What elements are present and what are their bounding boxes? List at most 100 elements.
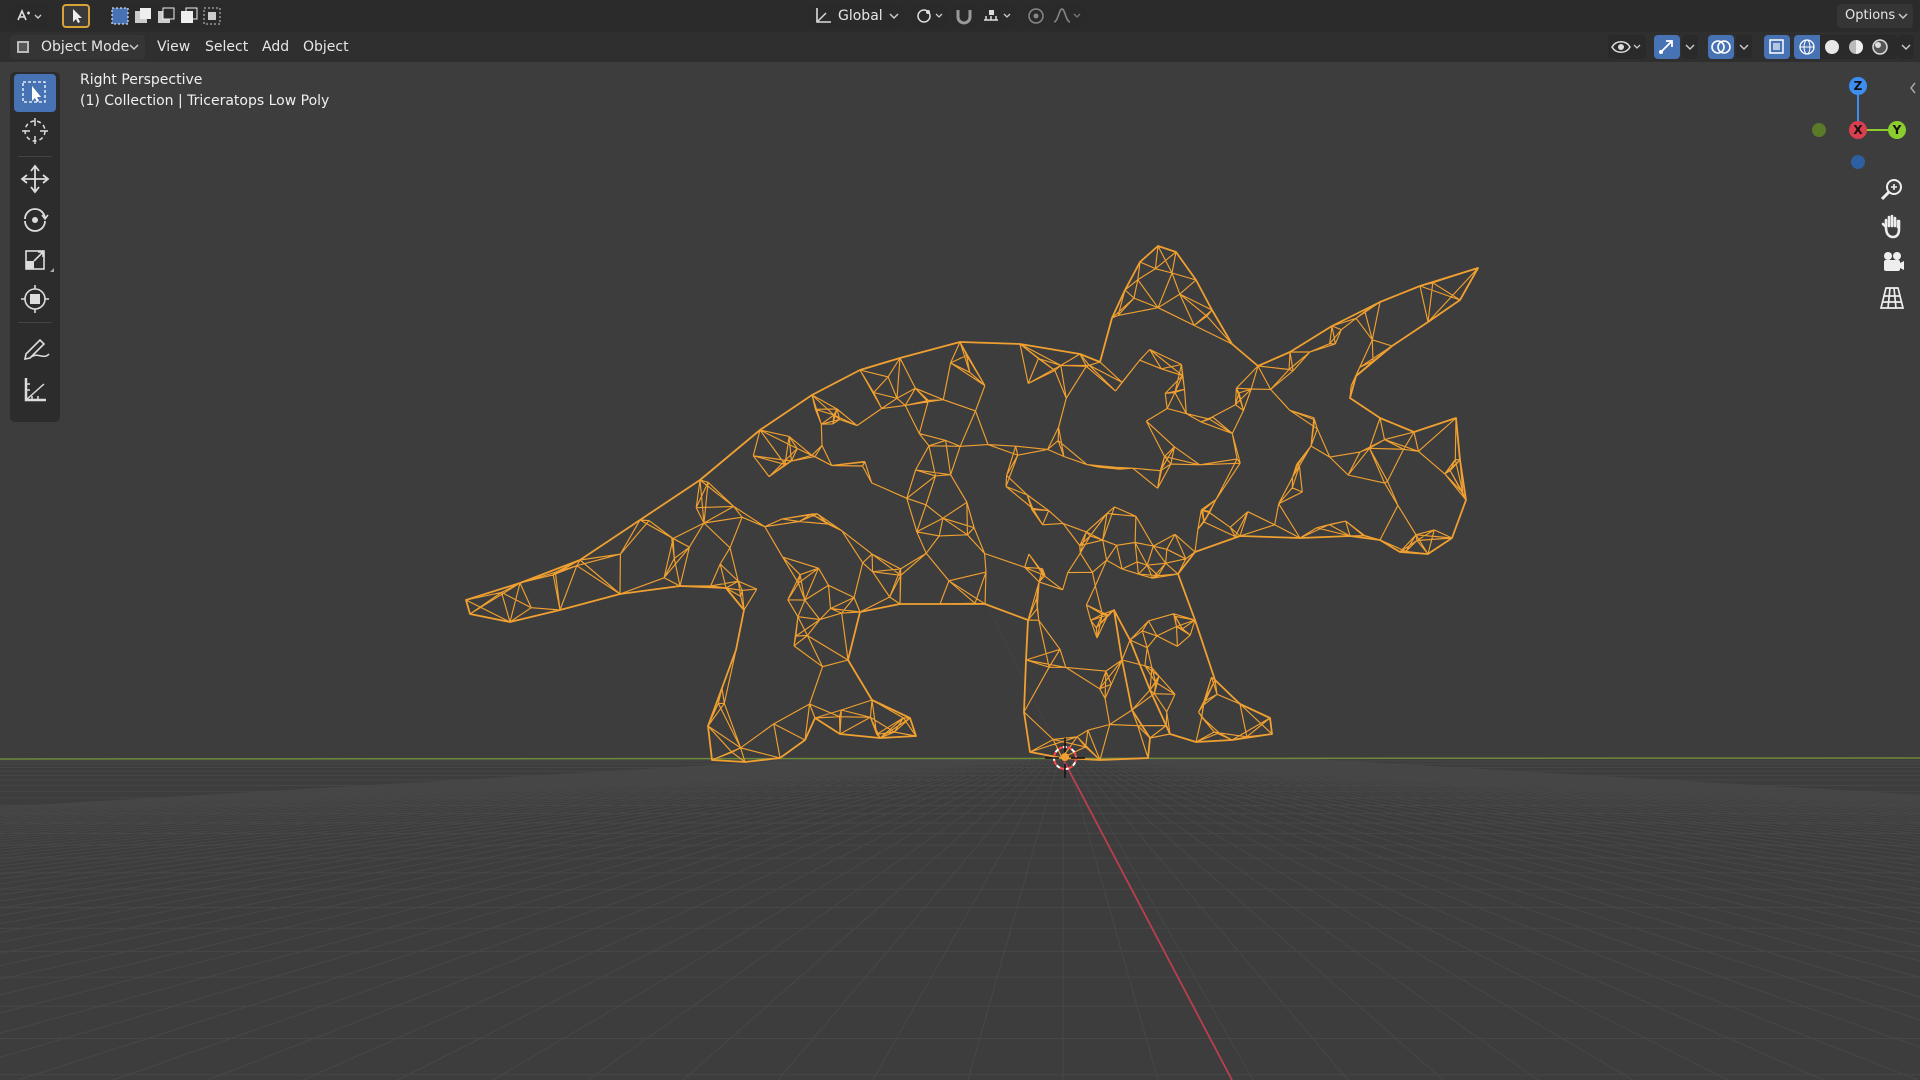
shading-mode-group xyxy=(1794,35,1898,59)
cursor-arrow-icon xyxy=(73,9,82,23)
axis-y-label: Y xyxy=(1892,123,1902,137)
collection-info: (1) Collection | Triceratops Low Poly xyxy=(80,93,330,109)
cursor-crosshair-icon xyxy=(22,118,48,144)
camera-view-button[interactable] xyxy=(1876,246,1908,278)
x-axis-line xyxy=(1062,758,1233,1080)
options-dropdown[interactable]: Options xyxy=(1837,4,1913,28)
wireframe-sphere-icon xyxy=(1799,39,1815,55)
scale-icon xyxy=(25,250,54,272)
transform-icon xyxy=(21,285,49,313)
mode-dropdown[interactable]: Object Mode xyxy=(10,35,145,59)
menu-select[interactable]: Select xyxy=(199,36,254,58)
transform-orientation-label: Global xyxy=(838,8,883,24)
proportional-falloff-dropdown[interactable] xyxy=(1050,4,1086,28)
view-name: Right Perspective xyxy=(80,72,203,88)
pivot-point-icon xyxy=(917,9,943,23)
measure-ruler-icon xyxy=(24,378,46,402)
toolbar-divider xyxy=(18,156,52,157)
tool-measure[interactable] xyxy=(14,370,56,408)
overlays-toggle[interactable] xyxy=(1708,35,1734,59)
sidebar-toggle-icon[interactable] xyxy=(1908,80,1918,96)
snap-target-dropdown[interactable] xyxy=(980,4,1016,28)
tool-settings-bar: Global Options xyxy=(0,0,1920,32)
chevron-down-icon xyxy=(1901,44,1911,50)
axis-z-label: Z xyxy=(1854,79,1863,93)
orientation-axes-icon xyxy=(816,8,831,23)
axis-x-label: X xyxy=(1853,123,1863,137)
select-extend-icon[interactable] xyxy=(132,5,154,27)
snap-increment-icon xyxy=(984,10,1011,21)
select-subtract-icon[interactable] xyxy=(155,5,177,27)
xray-icon xyxy=(1769,39,1784,54)
select-intersect-icon[interactable] xyxy=(201,5,223,27)
zoom-button[interactable] xyxy=(1876,174,1908,206)
navigation-gizmo[interactable]: Z Y X xyxy=(1800,70,1910,170)
proportional-edit-icon xyxy=(1028,8,1044,24)
menu-object[interactable]: Object xyxy=(297,36,355,58)
rotate-icon xyxy=(24,208,49,232)
triceratops-wireframe[interactable] xyxy=(465,245,1479,763)
xray-toggle[interactable] xyxy=(1764,35,1790,59)
grid-perspective-icon xyxy=(1879,287,1905,309)
select-box-icon xyxy=(22,81,46,103)
object-mode-icon xyxy=(17,41,29,53)
tool-select-box[interactable] xyxy=(14,74,56,112)
magnet-icon xyxy=(956,10,972,25)
tool-annotate[interactable] xyxy=(14,328,56,366)
axis-neg-z-ball xyxy=(1851,155,1865,169)
shading-dropdown[interactable] xyxy=(1898,35,1914,59)
toolbar-divider xyxy=(18,322,52,323)
floor-grid xyxy=(0,758,1920,1080)
select-invert-icon[interactable] xyxy=(178,5,200,27)
viewport-scene xyxy=(0,245,1920,1080)
chevron-down-icon xyxy=(889,13,899,20)
tool-shelf xyxy=(10,72,60,422)
eye-icon xyxy=(1611,41,1641,53)
select-new-icon[interactable] xyxy=(109,5,131,27)
y-axis-line xyxy=(0,757,1920,760)
chevron-down-icon xyxy=(1898,13,1908,20)
editor-type-button[interactable] xyxy=(10,4,50,28)
select-mode-group xyxy=(107,4,223,28)
pivot-point-dropdown[interactable] xyxy=(912,4,948,28)
object-origin xyxy=(1061,753,1069,761)
tool-move[interactable] xyxy=(14,160,56,198)
3d-viewport[interactable]: Right Perspective (1) Collection | Trice… xyxy=(0,62,1920,1080)
overlays-dropdown[interactable] xyxy=(1736,35,1752,59)
menu-view[interactable]: View xyxy=(151,36,196,58)
falloff-curve-icon xyxy=(1053,8,1081,23)
transform-orientation-dropdown[interactable]: Global xyxy=(808,4,904,28)
magnifier-zoom-icon xyxy=(1880,179,1902,201)
menu-add[interactable]: Add xyxy=(256,36,295,58)
tool-cursor[interactable] xyxy=(14,112,56,150)
editor-type-icon xyxy=(17,9,42,21)
proportional-edit-toggle[interactable] xyxy=(1024,4,1048,28)
camera-icon xyxy=(1884,252,1904,271)
chevron-down-icon xyxy=(129,44,139,51)
wireframe-shading-button[interactable] xyxy=(1794,35,1820,59)
move-arrows-icon xyxy=(20,164,50,194)
options-label: Options xyxy=(1845,8,1896,23)
object-visibility-dropdown[interactable] xyxy=(1608,35,1646,59)
chevron-down-icon xyxy=(1685,44,1695,50)
annotate-pencil-icon xyxy=(23,338,50,361)
snap-toggle[interactable] xyxy=(952,4,978,28)
hand-icon xyxy=(1881,214,1901,239)
gizmo-toggle[interactable] xyxy=(1654,35,1680,59)
mode-label: Object Mode xyxy=(41,39,130,55)
chevron-down-icon xyxy=(1739,44,1749,50)
tool-transform[interactable] xyxy=(14,280,56,318)
gizmo-icon xyxy=(1659,40,1673,54)
axis-neg-y-ball xyxy=(1812,123,1826,137)
rendered-shading-icon[interactable] xyxy=(1868,35,1892,59)
tool-scale[interactable] xyxy=(14,240,56,278)
pan-button[interactable] xyxy=(1876,210,1908,242)
material-preview-icon[interactable] xyxy=(1844,35,1868,59)
tool-rotate[interactable] xyxy=(14,200,56,238)
viewport-header: Object Mode View Select Add Object xyxy=(0,32,1920,62)
tweak-select-button[interactable] xyxy=(62,4,90,28)
perspective-toggle-button[interactable] xyxy=(1876,282,1908,314)
solid-shading-icon[interactable] xyxy=(1820,35,1844,59)
gizmo-dropdown[interactable] xyxy=(1682,35,1698,59)
overlays-icon xyxy=(1711,40,1731,54)
